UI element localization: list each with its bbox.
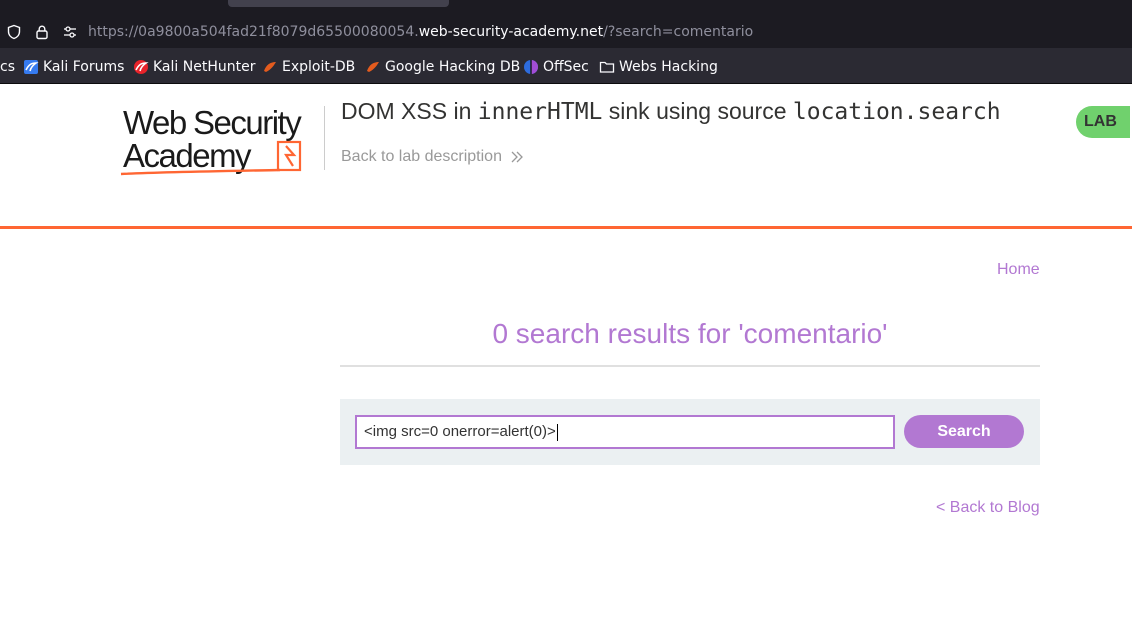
- search-button[interactable]: Search: [904, 415, 1024, 448]
- lab-status-badge[interactable]: LAB: [1076, 106, 1132, 138]
- svg-text:Web: Web: [123, 104, 186, 141]
- lab-header: Web Security Academy DOM XSS in innerHTM…: [0, 84, 1132, 229]
- web-security-academy-logo[interactable]: Web Security Academy: [120, 104, 325, 176]
- bookmark-label: Google Hacking DB: [385, 59, 521, 75]
- bookmark-truncated[interactable]: cs: [0, 58, 15, 76]
- folder-icon: [599, 59, 615, 75]
- offsec-icon: [523, 59, 539, 75]
- exploit-db-icon: [262, 59, 278, 75]
- bookmark-label: OffSec: [543, 59, 589, 75]
- browser-url-bar: https://0a9800a504fad21f8079d65500080054…: [0, 16, 1132, 48]
- lock-icon[interactable]: [34, 24, 50, 40]
- back-to-lab-label: Back to lab description: [341, 148, 502, 165]
- bookmark-exploit-db[interactable]: Exploit-DB: [262, 58, 355, 76]
- bookmarks-bar: cs Kali Forums Kali NetHunter Exploit-DB…: [0, 48, 1132, 84]
- kali-nethunter-icon: [133, 59, 149, 75]
- bookmark-kali-nethunter[interactable]: Kali NetHunter: [133, 58, 255, 76]
- search-input[interactable]: <img src=0 onerror=alert(0)>: [355, 415, 895, 449]
- kali-forums-icon: [23, 59, 39, 75]
- shield-icon[interactable]: [6, 24, 22, 40]
- back-to-lab-description-link[interactable]: Back to lab description: [341, 148, 524, 166]
- bookmark-webs-hacking[interactable]: Webs Hacking: [599, 58, 718, 76]
- divider: [340, 365, 1040, 367]
- home-link[interactable]: Home: [997, 261, 1040, 279]
- double-chevron-right-icon: [510, 150, 524, 164]
- bookmark-label: cs: [0, 59, 15, 75]
- bookmark-label: Webs Hacking: [619, 59, 718, 75]
- bookmark-label: Exploit-DB: [282, 59, 356, 75]
- back-to-blog-link[interactable]: < Back to Blog: [936, 499, 1040, 517]
- svg-text:Academy: Academy: [123, 137, 252, 174]
- bookmark-google-hacking-db[interactable]: Google Hacking DB: [365, 58, 520, 76]
- bookmark-offsec[interactable]: OffSec: [523, 58, 589, 76]
- logo-divider: [324, 106, 325, 170]
- bookmark-label: Kali Forums: [43, 59, 125, 75]
- search-form: <img src=0 onerror=alert(0)> Search: [340, 399, 1040, 465]
- text-caret: [556, 423, 558, 441]
- search-input-value: <img src=0 onerror=alert(0)>: [364, 423, 556, 440]
- browser-tab-strip: [0, 0, 1132, 16]
- url-text[interactable]: https://0a9800a504fad21f8079d65500080054…: [88, 24, 753, 40]
- permissions-icon[interactable]: [62, 24, 78, 40]
- svg-text:Security: Security: [193, 104, 302, 141]
- google-hacking-db-icon: [365, 59, 381, 75]
- search-results-title: 0 search results for 'comentario': [492, 318, 888, 349]
- bookmark-label: Kali NetHunter: [153, 59, 256, 75]
- page-content: Web Security Academy DOM XSS in innerHTM…: [0, 84, 1132, 625]
- lab-title: DOM XSS in innerHTML sink using source l…: [341, 98, 1001, 125]
- bookmark-kali-forums[interactable]: Kali Forums: [23, 58, 124, 76]
- lab-badge-label: LAB: [1084, 113, 1117, 130]
- browser-active-tab[interactable]: [228, 0, 449, 7]
